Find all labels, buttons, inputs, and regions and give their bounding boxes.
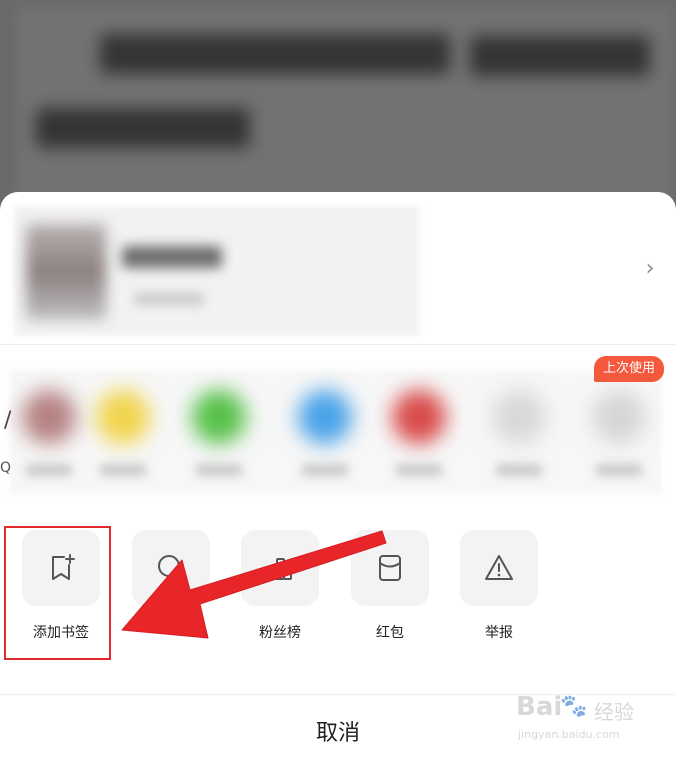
share-target-3[interactable] — [184, 382, 254, 492]
action-tile — [351, 530, 429, 606]
share-target-icon — [392, 390, 446, 444]
share-target-7[interactable] — [584, 382, 654, 492]
share-target-icon — [22, 390, 76, 444]
avatar — [26, 224, 106, 320]
background-title-line-1b — [470, 36, 650, 76]
watermark-brand-cn: 经验 — [594, 700, 634, 724]
share-target-icon — [492, 390, 546, 444]
share-row-edge-glyph: / — [4, 408, 12, 433]
share-target-icon — [298, 390, 352, 444]
watermark-brand: Bai — [516, 692, 563, 722]
share-target-icon — [192, 390, 246, 444]
watermark-logo: Bai 🐾 经验 jingyan.baidu.com — [516, 692, 666, 752]
last-used-badge: 上次使用 — [594, 356, 664, 382]
share-target-2[interactable] — [88, 382, 158, 492]
share-target-label — [596, 464, 642, 476]
fan-ranking-button[interactable]: 粉丝榜 — [241, 530, 319, 642]
divider — [0, 344, 676, 345]
share-target-5[interactable] — [384, 382, 454, 492]
share-row-edge-label: Q — [0, 460, 12, 476]
share-target-6[interactable] — [484, 382, 554, 492]
share-target-icon — [96, 390, 150, 444]
paw-icon: 🐾 — [560, 694, 588, 719]
chevron-right-icon[interactable]: › — [638, 254, 662, 284]
profile-subtitle — [134, 292, 204, 306]
action-tile — [241, 530, 319, 606]
red-packet-icon — [379, 555, 401, 581]
background-title-line-2 — [36, 108, 250, 148]
report-warning-icon — [485, 555, 513, 580]
profile-card[interactable]: › — [14, 206, 674, 336]
fan-ranking-label: 粉丝榜 — [259, 625, 301, 641]
annotation-highlight-box — [4, 526, 111, 660]
share-target-label — [100, 464, 146, 476]
share-target-label — [196, 464, 242, 476]
report-label: 举报 — [485, 625, 513, 641]
background-title-line-1 — [100, 34, 450, 74]
fan-ranking-icon — [269, 558, 292, 580]
search-button[interactable] — [132, 530, 210, 622]
report-button[interactable]: 举报 — [460, 530, 538, 642]
red-packet-label: 红包 — [376, 625, 404, 641]
share-target-label — [496, 464, 542, 476]
share-bottom-sheet: › / Q 上次使用 添加书签 粉丝榜 红包 举报 取消 — [0, 192, 676, 768]
share-target-label — [396, 464, 442, 476]
watermark-url: jingyan.baidu.com — [518, 728, 620, 741]
action-tile — [132, 530, 210, 606]
share-targets-row: / Q 上次使用 — [0, 352, 676, 502]
share-target-icon — [592, 390, 646, 444]
action-tile — [460, 530, 538, 606]
share-target-4[interactable] — [290, 382, 360, 492]
search-icon — [158, 555, 185, 582]
share-target-1[interactable] — [14, 382, 84, 492]
share-target-label — [26, 464, 72, 476]
background-page — [0, 0, 676, 210]
profile-name — [122, 246, 222, 268]
red-packet-button[interactable]: 红包 — [351, 530, 429, 642]
cancel-label: 取消 — [315, 721, 360, 746]
share-target-label — [302, 464, 348, 476]
